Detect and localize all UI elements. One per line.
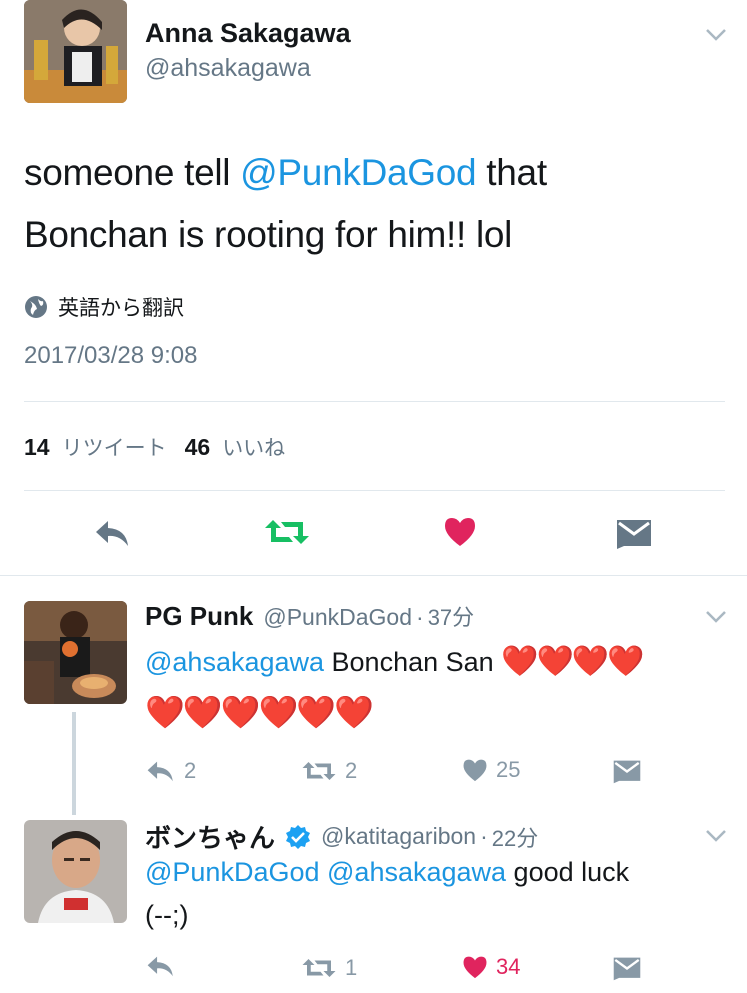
reply-text: @ahsakagawa Bonchan San ❤️❤️❤️❤️ [145, 640, 645, 684]
retweet-action[interactable]: 2 [301, 758, 357, 784]
separator-dot: · [480, 823, 488, 849]
tweet-text: that [476, 152, 547, 193]
mention-link[interactable]: @ahsakagawa [145, 647, 324, 677]
chevron-down-icon[interactable] [705, 829, 727, 843]
mention-link[interactable]: @ahsakagawa [327, 857, 506, 887]
reply-header: ボンちゃん @katitagaribon · 22分 [145, 818, 538, 855]
globe-icon [25, 296, 47, 318]
like-heart-icon [463, 956, 487, 979]
reply-text: @PunkDaGod @ahsakagawa good luck [145, 851, 629, 894]
retweet-count: 2 [345, 758, 358, 783]
tweet-text: someone tell [24, 152, 241, 193]
like-count: 25 [496, 757, 521, 782]
reply-action[interactable]: 2 [146, 758, 196, 784]
retweet-count: 1 [345, 955, 358, 980]
retweet-count[interactable]: 14 [24, 434, 50, 461]
direct-message-icon[interactable] [612, 956, 642, 981]
translate-row[interactable]: 英語から翻訳 [24, 292, 184, 322]
retweet-icon [302, 959, 336, 977]
retweet-icon [302, 762, 336, 780]
divider [24, 401, 725, 402]
reply-text-body: Bonchan San [324, 647, 502, 677]
author-name[interactable]: PG Punk [145, 601, 253, 632]
direct-message-icon[interactable] [612, 759, 642, 784]
chevron-down-icon[interactable] [705, 28, 727, 42]
mention-link[interactable]: @PunkDaGod [145, 857, 320, 887]
author-name[interactable]: Anna Sakagawa [145, 18, 351, 49]
retweet-label[interactable]: リツイート [62, 432, 167, 462]
avatar[interactable] [24, 0, 127, 103]
reply-time[interactable]: 37分 [428, 600, 474, 632]
thread-line [72, 712, 76, 815]
retweet-icon[interactable] [263, 516, 311, 548]
author-handle[interactable]: @ahsakagawa [145, 54, 311, 83]
avatar[interactable] [24, 820, 127, 923]
like-heart-icon [463, 759, 487, 782]
like-count: 34 [496, 954, 521, 979]
divider [24, 490, 725, 491]
author-handle[interactable]: @PunkDaGod [263, 604, 412, 631]
reply-icon [147, 761, 173, 782]
reply-text-body: good luck [506, 857, 630, 887]
retweet-action[interactable]: 1 [301, 955, 357, 981]
tweet-text-line1: someone tell @PunkDaGod that [24, 142, 547, 204]
section-divider [0, 575, 747, 576]
chevron-down-icon[interactable] [705, 610, 727, 624]
translate-label[interactable]: 英語から翻訳 [58, 292, 184, 322]
tweet-text-line2: Bonchan is rooting for him!! lol [24, 214, 513, 255]
reply-time[interactable]: 22分 [492, 821, 538, 853]
reply-icon[interactable] [94, 519, 132, 547]
like-label[interactable]: いいね [222, 432, 285, 462]
reply-text-line2: (--;) [145, 900, 189, 930]
like-heart-icon[interactable] [443, 516, 477, 547]
tweet-timestamp: 2017/03/28 9:08 [24, 342, 198, 369]
reply-icon [147, 956, 173, 977]
engagement-stats: 14 リツイート 46 いいね [24, 432, 285, 462]
avatar[interactable] [24, 601, 127, 704]
like-count[interactable]: 46 [185, 434, 211, 461]
author-handle[interactable]: @katitagaribon [321, 823, 476, 850]
direct-message-icon[interactable] [615, 518, 653, 550]
hearts-emoji: ❤️❤️❤️❤️❤️❤️ [145, 694, 374, 730]
reply-count: 2 [184, 758, 197, 783]
like-action[interactable]: 25 [462, 757, 520, 783]
hearts-emoji: ❤️❤️❤️❤️ [501, 645, 644, 678]
author-name[interactable]: ボンちゃん [145, 818, 275, 855]
verified-badge-icon [286, 824, 311, 849]
reply-header: PG Punk @PunkDaGod · 37分 [145, 600, 474, 632]
like-action[interactable]: 34 [462, 954, 520, 980]
mention-link[interactable]: @PunkDaGod [240, 152, 476, 193]
separator-dot: · [416, 604, 424, 630]
reply-action[interactable] [146, 955, 176, 977]
